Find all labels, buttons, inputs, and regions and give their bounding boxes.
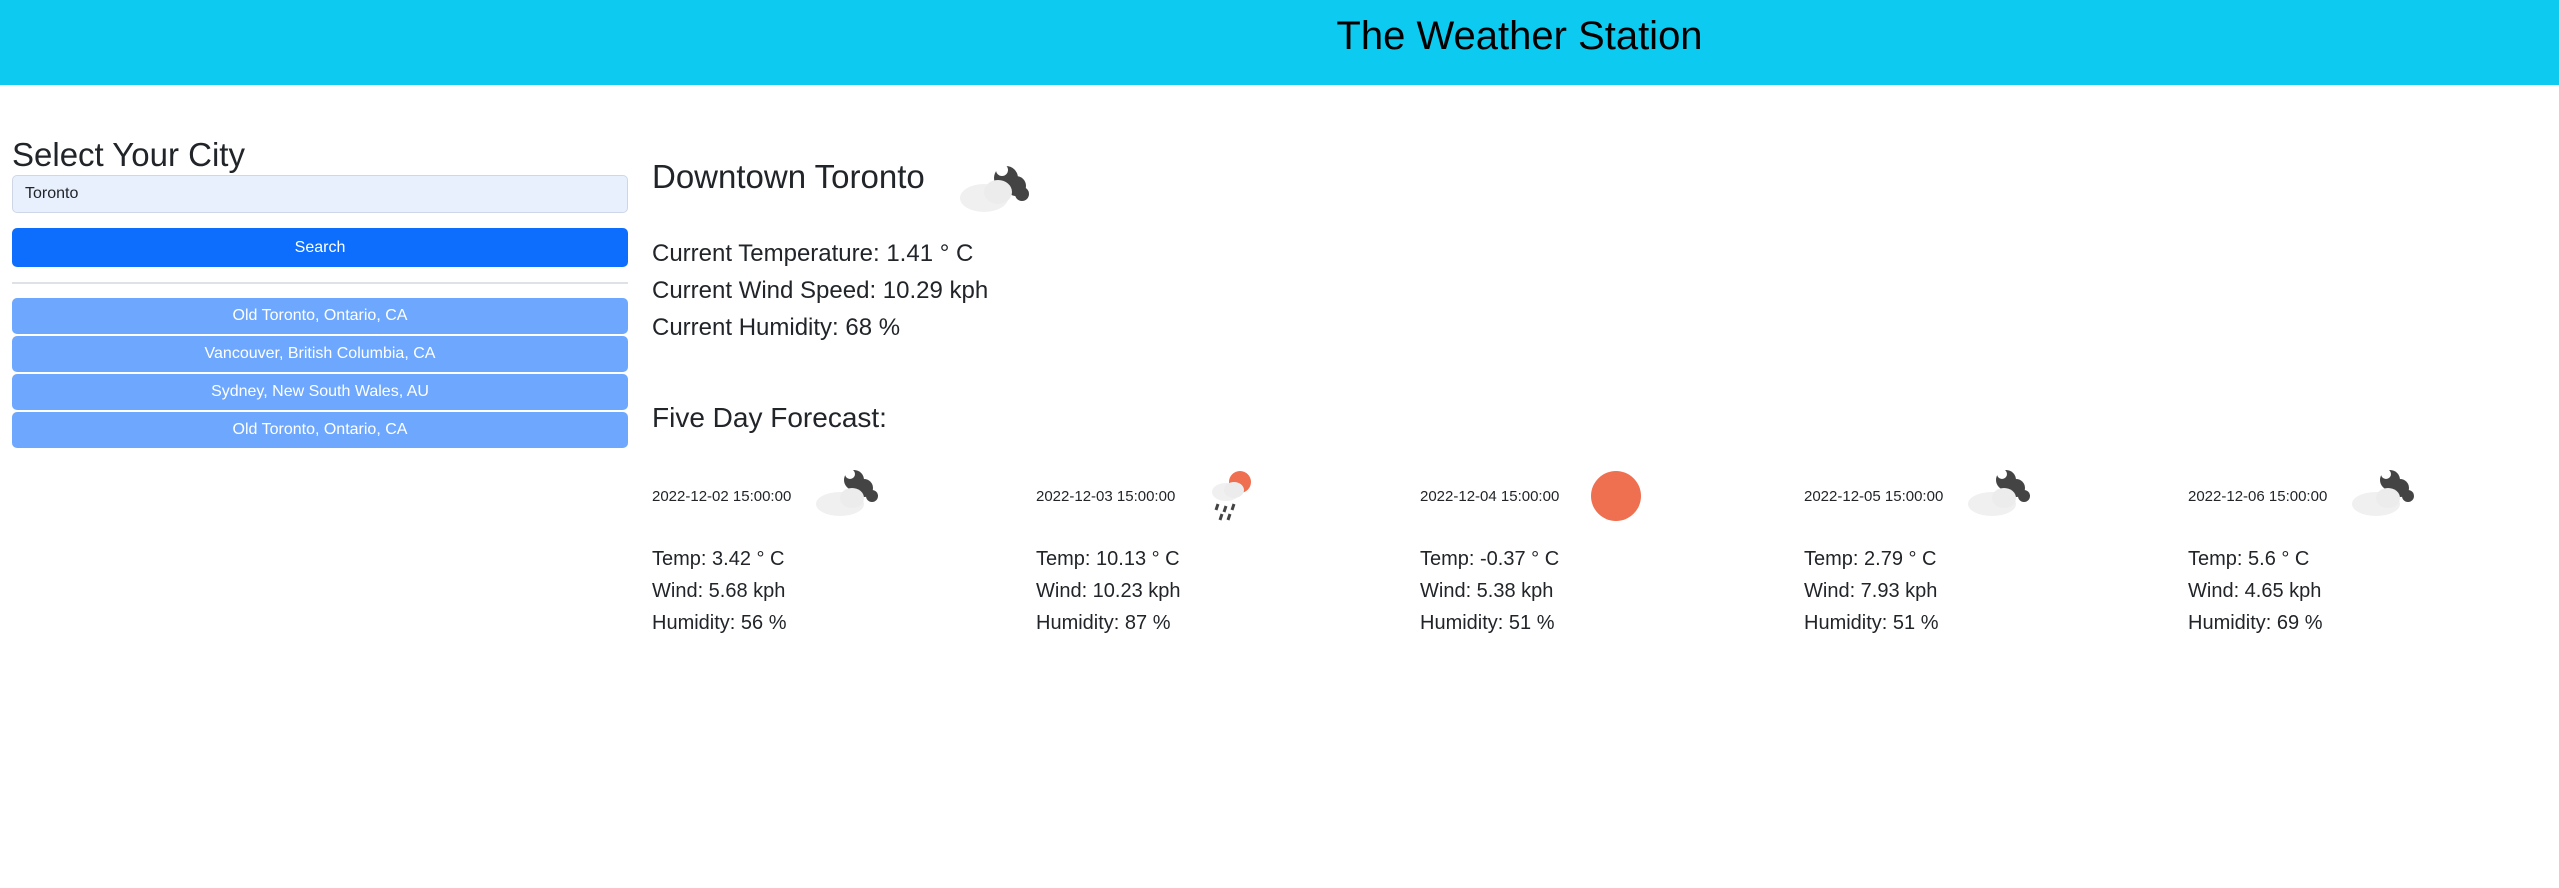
forecast-title: Five Day Forecast: xyxy=(652,402,887,433)
partly-cloudy-night-icon xyxy=(1964,468,2044,523)
search-history-list: Old Toronto, Ontario, CA Vancouver, Brit… xyxy=(12,298,628,448)
forecast-date: 2022-12-02 15:00:00 xyxy=(652,488,792,505)
rain-sun-icon xyxy=(1204,468,1264,529)
forecast-card: 2022-12-03 15:00:00 Temp: 10.13 ° C Wind… xyxy=(1036,468,1396,639)
forecast-humidity: Humidity: 56 % xyxy=(652,612,787,634)
city-search-input[interactable] xyxy=(12,175,628,213)
history-item[interactable]: Old Toronto, Ontario, CA xyxy=(12,298,628,334)
forecast-temp: Temp: 2.79 ° C xyxy=(1804,548,1937,570)
forecast-date: 2022-12-06 15:00:00 xyxy=(2188,488,2328,505)
forecast-wind: Wind: 5.38 kph xyxy=(1420,580,1554,602)
forecast-wind: Wind: 10.23 kph xyxy=(1036,580,1181,602)
site-title: The Weather Station xyxy=(1336,14,1703,58)
forecast-temp: Temp: -0.37 ° C xyxy=(1420,548,1560,570)
partly-cloudy-night-icon xyxy=(954,156,1034,221)
forecast-date: 2022-12-03 15:00:00 xyxy=(1036,488,1176,505)
forecast-humidity: Humidity: 51 % xyxy=(1420,612,1555,634)
sun-icon xyxy=(1590,468,1646,529)
current-wind: Current Wind Speed: 10.29 kph xyxy=(652,277,989,304)
forecast-card: 2022-12-05 15:00:00 Temp: 2.79 ° C Wind:… xyxy=(1804,468,2164,639)
forecast-temp: Temp: 3.42 ° C xyxy=(652,548,785,570)
header-bar: The Weather Station xyxy=(0,0,2559,85)
forecast-wind: Wind: 4.65 kph xyxy=(2188,580,2322,602)
city-name: Downtown Toronto xyxy=(652,158,925,195)
forecast-card: 2022-12-06 15:00:00 Temp: 5.6 ° C Wind: … xyxy=(2188,468,2548,639)
history-item[interactable]: Sydney, New South Wales, AU xyxy=(12,374,628,410)
current-stats: Current Temperature: 1.41 ° C Current Wi… xyxy=(652,235,2542,346)
partly-cloudy-night-icon xyxy=(812,468,892,523)
forecast-date: 2022-12-04 15:00:00 xyxy=(1420,488,1560,505)
forecast-temp: Temp: 10.13 ° C xyxy=(1036,548,1180,570)
forecast-row: 2022-12-02 15:00:00 Temp: 3.42 ° C Wind:… xyxy=(652,468,2542,648)
current-humidity: Current Humidity: 68 % xyxy=(652,314,901,341)
forecast-humidity: Humidity: 69 % xyxy=(2188,612,2323,634)
history-item[interactable]: Old Toronto, Ontario, CA xyxy=(12,412,628,448)
forecast-humidity: Humidity: 87 % xyxy=(1036,612,1171,634)
sidebar-divider xyxy=(12,282,628,284)
current-weather-header: Downtown Toronto xyxy=(652,150,2542,212)
city-sidebar: Select Your City Search Old Toronto, Ont… xyxy=(12,135,628,450)
partly-cloudy-night-icon xyxy=(2348,468,2428,523)
history-item[interactable]: Vancouver, British Columbia, CA xyxy=(12,336,628,372)
forecast-humidity: Humidity: 51 % xyxy=(1804,612,1939,634)
forecast-card: 2022-12-02 15:00:00 Temp: 3.42 ° C Wind:… xyxy=(652,468,1012,639)
sidebar-title: Select Your City xyxy=(12,136,245,173)
current-temperature: Current Temperature: 1.41 ° C xyxy=(652,240,974,267)
search-button[interactable]: Search xyxy=(12,228,628,267)
forecast-temp: Temp: 5.6 ° C xyxy=(2188,548,2310,570)
forecast-wind: Wind: 7.93 kph xyxy=(1804,580,1938,602)
forecast-wind: Wind: 5.68 kph xyxy=(652,580,786,602)
weather-main: Downtown Toronto Current Temperature: 1.… xyxy=(652,150,2542,648)
forecast-card: 2022-12-04 15:00:00 Temp: -0.37 ° C Wind… xyxy=(1420,468,1780,639)
forecast-date: 2022-12-05 15:00:00 xyxy=(1804,488,1944,505)
